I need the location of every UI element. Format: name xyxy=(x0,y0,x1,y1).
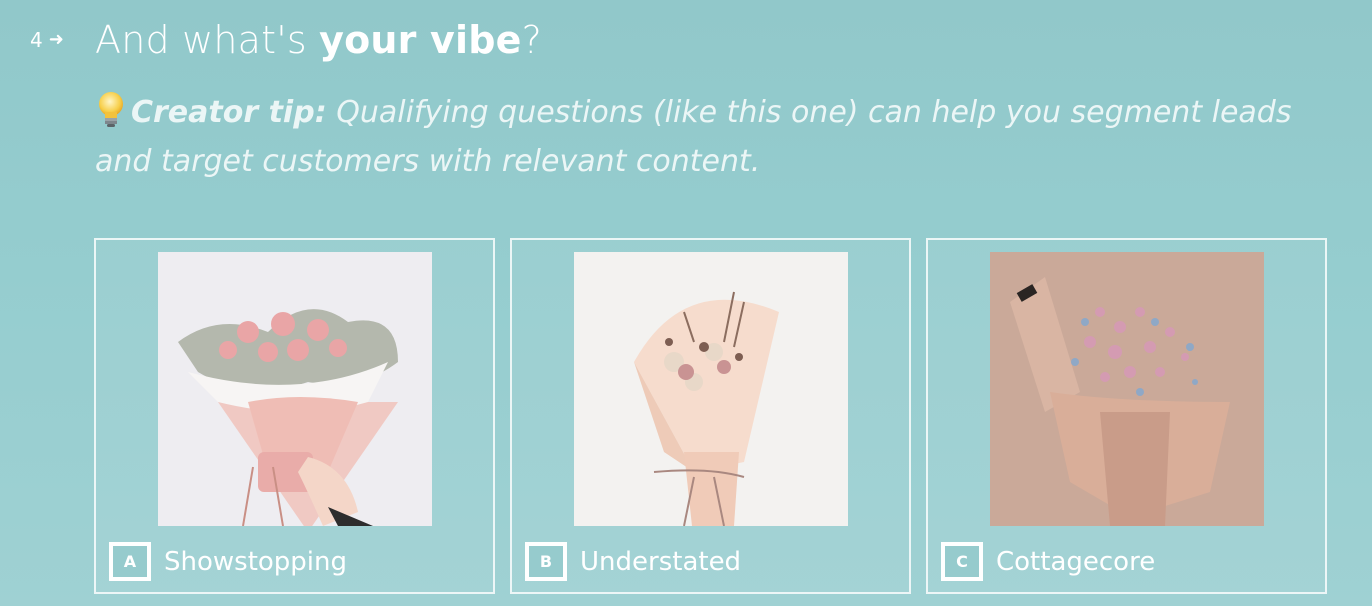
choice-list: A Showstopping B Understated C Cottageco… xyxy=(94,238,1327,594)
question-number: 4 ➜ xyxy=(30,28,64,52)
choice-image xyxy=(990,252,1264,526)
choice-option-b[interactable]: B Understated xyxy=(510,238,911,594)
question-title-suffix: ? xyxy=(521,18,543,62)
choice-image xyxy=(158,252,432,526)
question-number-text: 4 xyxy=(30,28,43,52)
arrow-right-icon: ➜ xyxy=(48,29,64,50)
choice-option-c[interactable]: C Cottagecore xyxy=(926,238,1327,594)
choice-image xyxy=(574,252,848,526)
choice-option-a[interactable]: A Showstopping xyxy=(94,238,495,594)
choice-label: Understated xyxy=(580,547,742,577)
choice-label: Showstopping xyxy=(164,547,348,577)
question-title: And what's your vibe? xyxy=(95,18,542,64)
question-title-prefix: And what's xyxy=(95,18,320,62)
creator-tip: Creator tip: Qualifying questions (like … xyxy=(95,88,1345,186)
question-title-bold: your vibe xyxy=(319,18,522,62)
choice-key-text: B xyxy=(529,546,563,577)
lightbulb-icon xyxy=(99,92,123,127)
choice-key-b: B xyxy=(525,542,567,581)
choice-key-a: A xyxy=(109,542,151,581)
choice-key-text: C xyxy=(945,546,979,577)
creator-tip-label: Creator tip: xyxy=(131,95,327,130)
choice-key-c: C xyxy=(941,542,983,581)
choice-label: Cottagecore xyxy=(996,547,1156,577)
choice-key-text: A xyxy=(113,546,147,577)
